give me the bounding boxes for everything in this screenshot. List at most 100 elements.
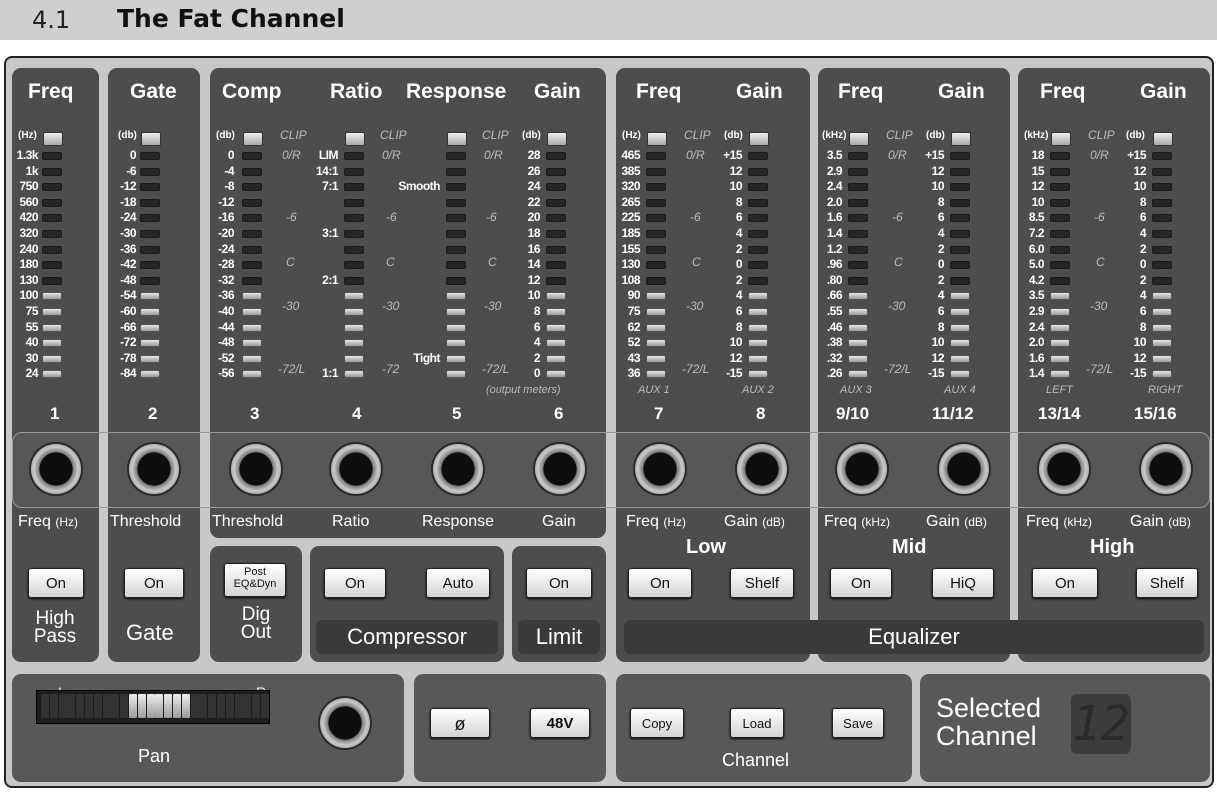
meter-title: Freq [1040,80,1086,103]
meter-segment [1152,308,1172,316]
mid-hiq-button[interactable]: HiQ [932,568,994,598]
meter-segment [546,245,566,254]
compressor-auto-button[interactable]: Auto [426,568,490,598]
meter-scale-label: .26 [826,366,843,381]
channel-number: 3 [250,404,260,423]
meter-segment [446,370,466,379]
gate-label: Gate [126,620,174,645]
meter-segment [140,308,160,316]
meter-scale-label: 4 [937,226,945,240]
meter-scale-label: 24 [527,179,541,194]
meter-scale-label: 36 [627,366,641,381]
meter-segment [446,354,466,363]
meter-scale-label: 3:1 [322,226,338,240]
dig-out-line2: EQ&Dyn [233,578,277,590]
meter-segment [950,261,970,270]
meter-scale-label: 8 [735,319,743,334]
pan-segment [225,694,234,718]
pan-segment [129,694,137,718]
comp-threshold-knob[interactable] [231,444,281,494]
knob-label: Threshold [110,513,182,530]
meter-scale-label: 12 [1133,163,1147,178]
meter-scale-label: 1:1 [322,366,338,381]
meter-scale-label: 8 [937,319,945,334]
low-freq-knob[interactable] [635,444,685,494]
low-on-button[interactable]: On [628,568,692,598]
meter-scale-label: 10 [527,288,541,303]
save-button[interactable]: Save [832,708,884,738]
meter-scale-label: -48 [218,335,234,350]
high-gain-knob[interactable] [1141,444,1191,494]
meter-scale-label: -36 [218,288,234,303]
phantom-power-button[interactable]: 48V [530,708,590,738]
low-gain-knob[interactable] [737,444,787,494]
side-scale-m6: -6 [286,210,297,224]
meter-scale-label: 4.2 [1028,272,1045,287]
mid-freq-knob[interactable] [837,444,887,494]
meter-segment [42,370,62,379]
side-scale-m6: -6 [386,210,397,224]
meter-segment [446,276,466,285]
meter-segment [344,198,364,207]
dig-out-post-button[interactable]: Post EQ&Dyn [224,563,286,597]
meter-scale-label: 1.4 [826,226,843,240]
meter-segment [242,152,262,160]
pan-knob[interactable] [320,698,370,748]
meter-scale-label: 560 [19,194,38,209]
load-button[interactable]: Load [730,708,784,738]
gate-on-button[interactable]: On [124,568,184,598]
meter-scale-label: 52 [627,335,641,350]
meter-segment [950,230,970,238]
hp-freq-knob[interactable] [31,444,81,494]
meter-segment [344,323,364,332]
meter-segment [1050,370,1070,379]
meter-title: Response [406,80,507,103]
low-shelf-button[interactable]: Shelf [730,568,794,598]
high-shelf-button[interactable]: Shelf [1136,568,1198,598]
meter-segment [646,308,666,316]
mid-gain-knob[interactable] [939,444,989,494]
meter-segment [42,230,62,238]
meter-scale-label: -60 [120,304,136,318]
meter-segment [446,152,466,160]
phase-invert-button[interactable]: ø [430,708,490,738]
meter-segment [446,198,466,207]
meter-segment [950,354,970,363]
meter-scale-label: -28 [218,257,234,272]
meter-segment [950,339,970,348]
meter-segment [748,292,768,301]
meter-scale-label: Tight [413,350,440,365]
meter-segment [848,198,868,207]
limit-on-button[interactable]: On [526,568,592,598]
high-on-button[interactable]: On [1032,568,1098,598]
meter-scale-label: .80 [826,272,843,287]
compressor-on-button[interactable]: On [324,568,386,598]
meter-segment [546,354,566,363]
pan-segment [190,694,199,718]
meter-scale-label: 225 [621,210,640,225]
meter-segment [950,152,970,160]
meter-segment [344,261,364,270]
aux-label: AUX 1 [638,384,670,396]
mid-on-button[interactable]: On [830,568,892,598]
meter-segment [446,183,466,192]
meter-scale-label: 7.2 [1028,226,1045,240]
meter-segment [848,292,868,301]
comp-gain-knob[interactable] [535,444,585,494]
meter-segment [848,152,868,160]
knob-label: Gain [542,513,576,530]
gate-threshold-knob[interactable] [129,444,179,494]
meter-segment [1050,183,1070,192]
meter-scale-label: 320 [621,179,640,194]
meter-scale-label: -24 [120,210,136,225]
meter-segment [646,276,666,285]
copy-button[interactable]: Copy [630,708,684,738]
comp-ratio-knob[interactable] [331,444,381,494]
meter-segment [646,323,666,332]
high-pass-on-button[interactable]: On [28,568,84,598]
meter-scale-label: 2.9 [826,163,843,178]
meter-scale-label: .32 [826,350,843,365]
comp-response-knob[interactable] [433,444,483,494]
meter-segment [242,292,262,301]
high-freq-knob[interactable] [1039,444,1089,494]
